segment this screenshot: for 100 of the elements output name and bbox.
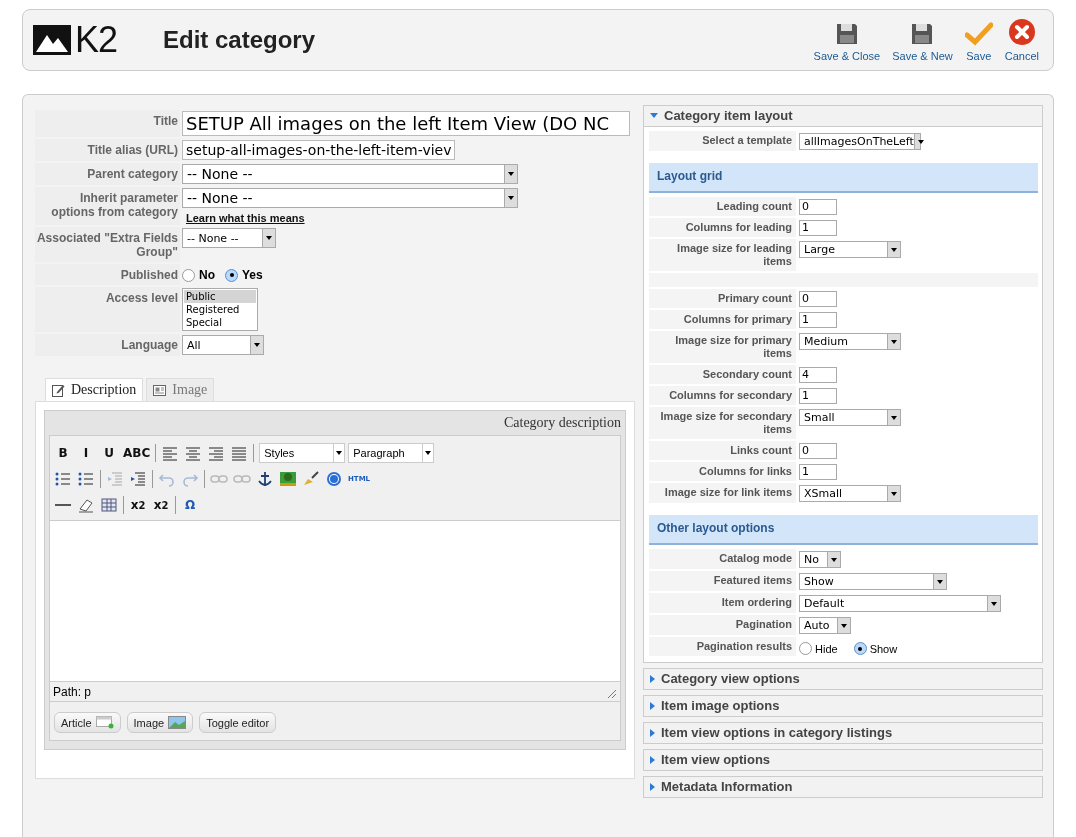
anchor-icon[interactable] <box>256 471 274 487</box>
dropdown[interactable]: -- None -- <box>182 228 276 248</box>
picture-icon <box>153 384 167 396</box>
number-field[interactable]: 0 <box>799 443 837 459</box>
section-heading: Other layout options <box>649 515 1038 545</box>
format-dropdown[interactable]: Paragraph <box>348 443 435 463</box>
triangle-icon <box>650 701 655 710</box>
document-plus-icon <box>95 716 114 729</box>
number-field[interactable]: 1 <box>799 220 837 236</box>
align-right-icon[interactable] <box>207 445 226 461</box>
editor-button[interactable]: Toggle editor <box>199 712 277 733</box>
pencil-icon <box>52 383 65 397</box>
dropdown[interactable]: Show <box>799 573 947 590</box>
brush-icon[interactable] <box>302 471 320 487</box>
dropdown[interactable]: -- None -- <box>182 188 518 208</box>
triangle-icon <box>650 113 658 118</box>
table-icon[interactable] <box>100 497 118 513</box>
field-label: Catalog mode <box>649 549 796 569</box>
format-button[interactable]: I <box>77 445 95 461</box>
editor-button[interactable]: Image <box>126 712 194 733</box>
radio-option[interactable]: Show <box>853 642 898 655</box>
field-label: Associated "Extra Fields Group" <box>35 227 180 262</box>
field-label: Primary count <box>649 289 796 308</box>
numbers-icon[interactable] <box>77 471 95 487</box>
align-left-icon[interactable] <box>161 445 180 461</box>
picture-icon[interactable] <box>279 471 297 487</box>
field-label: Title alias (URL) <box>35 139 180 161</box>
format-button[interactable]: U <box>100 445 118 461</box>
field-label: Title <box>35 110 180 137</box>
triangle-icon <box>650 782 655 791</box>
field-label: Item ordering <box>649 593 796 613</box>
field-label: Inherit parameter options from category <box>35 187 180 225</box>
tab[interactable]: Image <box>146 378 215 401</box>
logo-text: K2 <box>75 19 118 61</box>
help-link[interactable]: Learn what this means <box>186 212 305 224</box>
field-label: Leading count <box>649 197 796 216</box>
field-label: Secondary count <box>649 365 796 384</box>
field-label: Select a template <box>649 131 796 151</box>
dropdown[interactable]: allImagesOnTheLeft <box>799 133 921 150</box>
indent-icon[interactable] <box>129 471 147 487</box>
dropdown[interactable]: Medium <box>799 333 901 350</box>
dropdown[interactable]: No <box>799 551 841 568</box>
field-label: Columns for secondary <box>649 386 796 405</box>
triangle-icon <box>650 674 655 683</box>
resize-handle-icon[interactable] <box>607 689 617 699</box>
field-label: Columns for links <box>649 462 796 481</box>
align-center-icon[interactable] <box>184 445 203 461</box>
format-button[interactable]: ABC <box>123 445 151 461</box>
radio-option[interactable]: No <box>182 268 215 282</box>
number-field[interactable]: 1 <box>799 312 837 328</box>
field-label: Image size for link items <box>649 483 796 503</box>
toolbar-button[interactable]: Save <box>960 22 997 62</box>
text-field[interactable]: setup-all-images-on-the-left-item-viev <box>182 140 456 160</box>
format-button[interactable]: Ω <box>181 497 199 513</box>
dropdown[interactable]: Default <box>799 595 1001 612</box>
dropdown[interactable]: -- None -- <box>182 164 518 184</box>
cancel-icon <box>1007 18 1036 46</box>
text-field[interactable]: SETUP All images on the left Item View (DO NC <box>182 111 630 136</box>
field-label: Pagination <box>649 615 796 635</box>
format-button[interactable]: B <box>54 445 72 461</box>
element-path: Path: p <box>53 685 92 699</box>
triangle-icon <box>650 755 655 764</box>
number-field[interactable]: 0 <box>799 291 837 307</box>
number-field[interactable]: 1 <box>799 388 837 404</box>
radio-option[interactable]: Yes <box>225 268 263 282</box>
align-justify-icon[interactable] <box>230 445 249 461</box>
field-label: Image size for secondary items <box>649 407 796 439</box>
checkmark-icon <box>964 22 993 46</box>
field-label: Featured items <box>649 571 796 591</box>
toolbar-button[interactable]: Cancel <box>1000 18 1043 62</box>
mountain-logo-icon <box>33 25 71 55</box>
field-label: Columns for primary <box>649 310 796 329</box>
number-field[interactable]: 4 <box>799 367 837 383</box>
landscape-icon <box>168 716 187 729</box>
triangle-icon <box>650 728 655 737</box>
bullets-icon[interactable] <box>54 471 72 487</box>
page-title: Edit category <box>163 26 317 54</box>
dropdown[interactable]: Small <box>799 409 901 426</box>
dropdown[interactable]: Large <box>799 241 901 258</box>
field-label: Language <box>35 334 180 356</box>
field-label: Pagination results <box>649 637 796 656</box>
field-label: Image size for leading items <box>649 239 796 271</box>
field-label: Links count <box>649 441 796 460</box>
tab[interactable]: Description <box>45 378 144 401</box>
field-label: Parent category <box>35 163 180 185</box>
dropdown[interactable]: XSmall <box>799 485 901 502</box>
toolbar-button[interactable]: Save & Close <box>809 22 885 62</box>
number-field[interactable]: 0 <box>799 199 837 215</box>
help-icon[interactable] <box>325 471 343 487</box>
editor-button[interactable]: Article <box>54 712 121 733</box>
format-dropdown[interactable]: Styles <box>259 443 346 463</box>
toolbar-button[interactable]: Save & New <box>888 22 957 62</box>
radio-option[interactable]: Hide <box>799 642 838 655</box>
field-label: Access level <box>35 287 180 332</box>
dropdown[interactable]: All <box>182 335 264 355</box>
list-box[interactable]: Public Registered Special <box>182 288 258 331</box>
number-field[interactable]: 1 <box>799 464 837 480</box>
dropdown[interactable]: Auto <box>799 617 851 634</box>
eraser-icon[interactable] <box>77 497 95 513</box>
field-label: Published <box>35 264 180 285</box>
